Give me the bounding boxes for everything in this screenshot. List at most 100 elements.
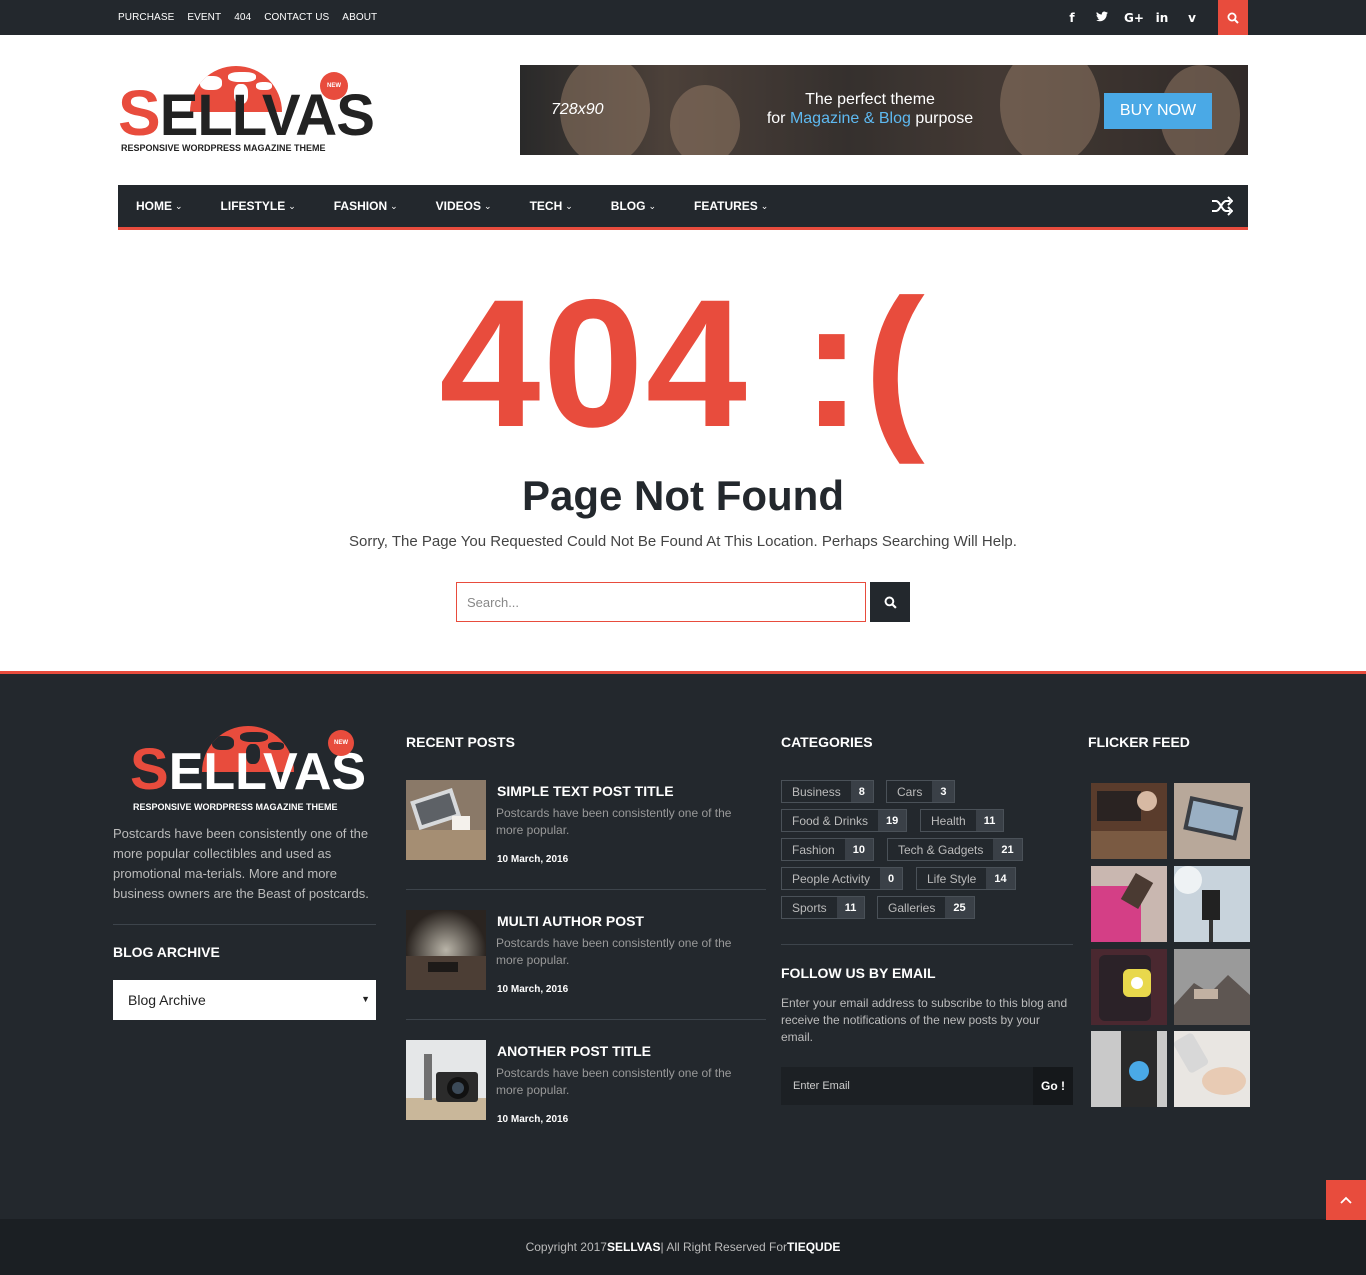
divider <box>113 924 376 925</box>
post-date: 10 March, 2016 <box>497 1114 569 1125</box>
nav-item-fashion[interactable]: FASHION ⌄ <box>334 199 398 213</box>
category-tag[interactable]: Life Style 14 <box>916 867 1016 890</box>
post-thumbnail[interactable] <box>406 780 486 860</box>
chevron-down-icon: ⌄ <box>390 200 398 211</box>
chevron-down-icon: ⌄ <box>648 200 656 211</box>
top-bar: PURCHASE EVENT 404 CONTACT US ABOUT f G+… <box>0 0 1366 35</box>
post-thumbnail[interactable] <box>406 1040 486 1120</box>
top-links: PURCHASE EVENT 404 CONTACT US ABOUT <box>118 0 377 35</box>
error-code: 404 :( <box>439 261 927 465</box>
top-link-about[interactable]: ABOUT <box>342 12 377 23</box>
flicker-photo[interactable] <box>1091 866 1167 942</box>
post-excerpt: Postcards have been consistently one of … <box>496 806 732 837</box>
category-tag[interactable]: Galleries 25 <box>877 896 975 919</box>
copyright-bar: Copyright 2017 SELLVAS | All Right Reser… <box>0 1219 1366 1275</box>
list-item[interactable]: SIMPLE TEXT POST TITLE Postcards have be… <box>406 780 766 890</box>
buy-now-button[interactable]: BUY NOW <box>1104 93 1212 129</box>
chevron-down-icon: ⌄ <box>484 200 492 211</box>
post-title[interactable]: MULTI AUTHOR POST <box>497 913 644 929</box>
flicker-photo[interactable] <box>1091 783 1167 859</box>
error-message: Sorry, The Page You Requested Could Not … <box>349 533 1017 550</box>
chevron-down-icon: ⌄ <box>175 200 183 211</box>
category-tag[interactable]: People Activity 0 <box>781 867 904 890</box>
top-link-event[interactable]: EVENT <box>187 12 221 23</box>
footer-logo[interactable]: SELLVAS RESPONSIVE WORDPRESS MAGAZINE TH… <box>130 722 370 814</box>
chevron-down-icon: ⌄ <box>288 200 296 211</box>
nav-item-tech[interactable]: TECH ⌄ <box>530 199 573 213</box>
list-item[interactable]: ANOTHER POST TITLE Postcards have been c… <box>406 1040 766 1150</box>
blog-archive-heading: BLOG ARCHIVE <box>113 944 220 960</box>
list-item[interactable]: MULTI AUTHOR POST Postcards have been co… <box>406 910 766 1020</box>
post-title[interactable]: ANOTHER POST TITLE <box>497 1043 651 1059</box>
post-title[interactable]: SIMPLE TEXT POST TITLE <box>497 783 674 799</box>
back-to-top-button[interactable] <box>1326 1180 1366 1220</box>
divider <box>406 889 766 890</box>
flicker-photo[interactable] <box>1174 949 1250 1025</box>
nav-item-lifestyle[interactable]: LIFESTYLE ⌄ <box>221 199 296 213</box>
post-excerpt: Postcards have been consistently one of … <box>496 936 732 967</box>
recent-posts-heading: RECENT POSTS <box>406 734 515 750</box>
divider <box>406 1019 766 1020</box>
banner-headline: The perfect theme <box>805 91 935 108</box>
flicker-photo[interactable] <box>1174 866 1250 942</box>
banner-subline: for Magazine & Blog purpose <box>766 110 974 127</box>
new-badge: NEW <box>328 730 354 756</box>
top-search-button[interactable] <box>1218 0 1248 35</box>
post-date: 10 March, 2016 <box>497 984 569 995</box>
logo-wordmark: SELLVAS <box>130 737 367 802</box>
chevron-down-icon: ⌄ <box>565 200 573 211</box>
page-title: Page Not Found <box>522 472 844 519</box>
top-link-contact-us[interactable]: CONTACT US <box>264 12 329 23</box>
search-icon <box>1227 12 1239 24</box>
category-tag[interactable]: Fashion 10 <box>781 838 874 861</box>
chevron-up-icon <box>1340 1196 1352 1204</box>
social-links: f G+ in v <box>1064 0 1200 35</box>
nav-item-features[interactable]: FEATURES ⌄ <box>694 199 768 213</box>
flicker-heading: FLICKER FEED <box>1088 734 1190 750</box>
categories-heading: CATEGORIES <box>781 734 873 750</box>
dropdown-arrow-icon: ▼ <box>361 994 370 1004</box>
divider <box>781 944 1073 945</box>
main-nav: HOME ⌄ LIFESTYLE ⌄ FASHION ⌄ VIDEOS ⌄ TECH ⌄ … <box>118 185 1248 230</box>
top-link-404[interactable]: 404 <box>234 12 251 23</box>
flicker-photo[interactable] <box>1174 783 1250 859</box>
search-icon <box>884 596 897 609</box>
category-tag[interactable]: Food & Drinks 19 <box>781 809 908 832</box>
search-button[interactable] <box>870 582 910 622</box>
footer-about-text: Postcards have been consistently one of … <box>113 826 369 901</box>
follow-text: Enter your email address to subscribe to… <box>781 996 1068 1044</box>
ad-banner[interactable]: 728x90 The perfect theme for Magazine & … <box>520 65 1248 155</box>
vimeo-icon[interactable]: v <box>1184 11 1200 25</box>
category-tag[interactable]: Business 8 <box>781 780 874 803</box>
follow-heading: FOLLOW US BY EMAIL <box>781 965 936 981</box>
nav-item-home[interactable]: HOME ⌄ <box>136 199 183 213</box>
new-badge: NEW <box>320 72 348 100</box>
nav-item-blog[interactable]: BLOG ⌄ <box>611 199 656 213</box>
shuffle-icon[interactable] <box>1211 196 1234 216</box>
search-input[interactable] <box>456 582 866 622</box>
google-plus-icon[interactable]: G+ <box>1124 11 1144 25</box>
blog-archive-select[interactable]: Blog Archive ▼ <box>113 980 376 1020</box>
category-tag[interactable]: Tech & Gadgets 21 <box>887 838 1023 861</box>
flicker-photo[interactable] <box>1091 1031 1167 1107</box>
facebook-icon[interactable]: f <box>1064 11 1080 25</box>
email-field[interactable] <box>781 1067 1033 1105</box>
category-tag[interactable]: Cars 3 <box>886 780 956 803</box>
banner-size-label: 728x90 <box>551 101 604 118</box>
linkedin-icon[interactable]: in <box>1154 11 1170 25</box>
top-link-purchase[interactable]: PURCHASE <box>118 12 174 23</box>
twitter-icon[interactable] <box>1094 10 1110 25</box>
post-thumbnail[interactable] <box>406 910 486 990</box>
nav-item-videos[interactable]: VIDEOS ⌄ <box>436 199 492 213</box>
flicker-photo[interactable] <box>1091 949 1167 1025</box>
category-tag[interactable]: Sports 11 <box>781 896 866 919</box>
flicker-photo[interactable] <box>1174 1031 1250 1107</box>
copyright-brand-link[interactable]: SELLVAS <box>607 1240 661 1254</box>
chevron-down-icon: ⌄ <box>760 200 769 211</box>
site-logo[interactable]: SELLVAS RESPONSIVE WORDPRESS MAGAZINE TH… <box>118 66 375 158</box>
logo-tagline: RESPONSIVE WORDPRESS MAGAZINE THEME <box>121 143 326 153</box>
post-excerpt: Postcards have been consistently one of … <box>496 1066 732 1097</box>
copyright-author-link[interactable]: TIEQUDE <box>787 1240 840 1254</box>
subscribe-button[interactable]: Go ! <box>1033 1067 1073 1105</box>
category-tag[interactable]: Health 11 <box>920 809 1005 832</box>
